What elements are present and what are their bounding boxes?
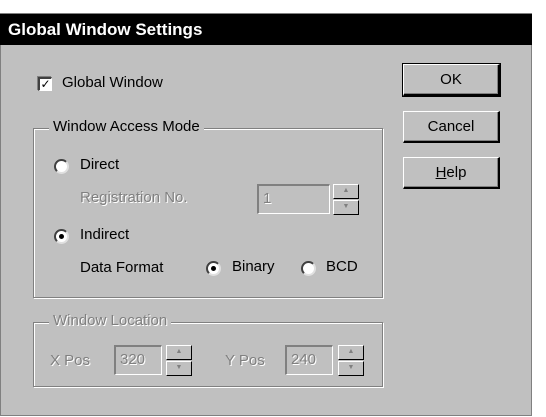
help-mnemonic: H	[435, 164, 447, 181]
indirect-label[interactable]: Indirect	[80, 226, 129, 243]
x-pos-input[interactable]: 320	[114, 345, 162, 375]
radio-selected-dot	[211, 266, 216, 271]
y-pos-spin-up-button[interactable]: ▲	[338, 345, 364, 360]
y-pos-spin-down-button[interactable]: ▼	[338, 361, 364, 376]
cancel-button[interactable]: Cancel	[403, 111, 500, 143]
window-location-label: Window Location	[49, 312, 172, 329]
direct-label[interactable]: Direct	[80, 156, 119, 173]
data-format-label: Data Format	[80, 259, 164, 276]
registration-spin-down-button[interactable]: ▼	[333, 200, 359, 215]
radio-selected-dot	[59, 234, 64, 239]
direct-radio[interactable]	[54, 159, 69, 174]
global-window-checkbox[interactable]: ✓	[38, 77, 52, 91]
x-pos-spin-down-button[interactable]: ▼	[166, 361, 192, 376]
y-pos-label: Y Pos	[225, 352, 265, 369]
bcd-label[interactable]: BCD	[326, 258, 358, 275]
help-button[interactable]: Help	[403, 157, 500, 189]
dialog-title: Global Window Settings	[0, 14, 532, 45]
bcd-radio[interactable]	[301, 261, 316, 276]
spin-down-icon: ▼	[342, 203, 350, 210]
registration-no-label: Registration No.	[80, 189, 188, 206]
ok-button[interactable]: OK	[402, 63, 501, 97]
binary-radio[interactable]	[206, 261, 221, 276]
spin-up-icon: ▲	[342, 187, 350, 194]
registration-no-input[interactable]: 1	[257, 184, 330, 214]
y-pos-input[interactable]: 240	[285, 345, 333, 375]
x-pos-label: X Pos	[50, 352, 91, 369]
binary-label[interactable]: Binary	[232, 258, 275, 275]
registration-spin-up-button[interactable]: ▲	[333, 184, 359, 199]
global-window-label[interactable]: Global Window	[62, 74, 163, 91]
spin-down-icon: ▼	[347, 364, 355, 371]
indirect-radio[interactable]	[54, 229, 69, 244]
window-access-mode-label: Window Access Mode	[49, 118, 204, 135]
x-pos-spin-up-button[interactable]: ▲	[166, 345, 192, 360]
help-button-label: elp	[446, 164, 467, 181]
checkmark-icon: ✓	[40, 77, 51, 91]
spin-down-icon: ▼	[175, 364, 183, 371]
spin-up-icon: ▲	[175, 348, 183, 355]
spin-up-icon: ▲	[347, 348, 355, 355]
